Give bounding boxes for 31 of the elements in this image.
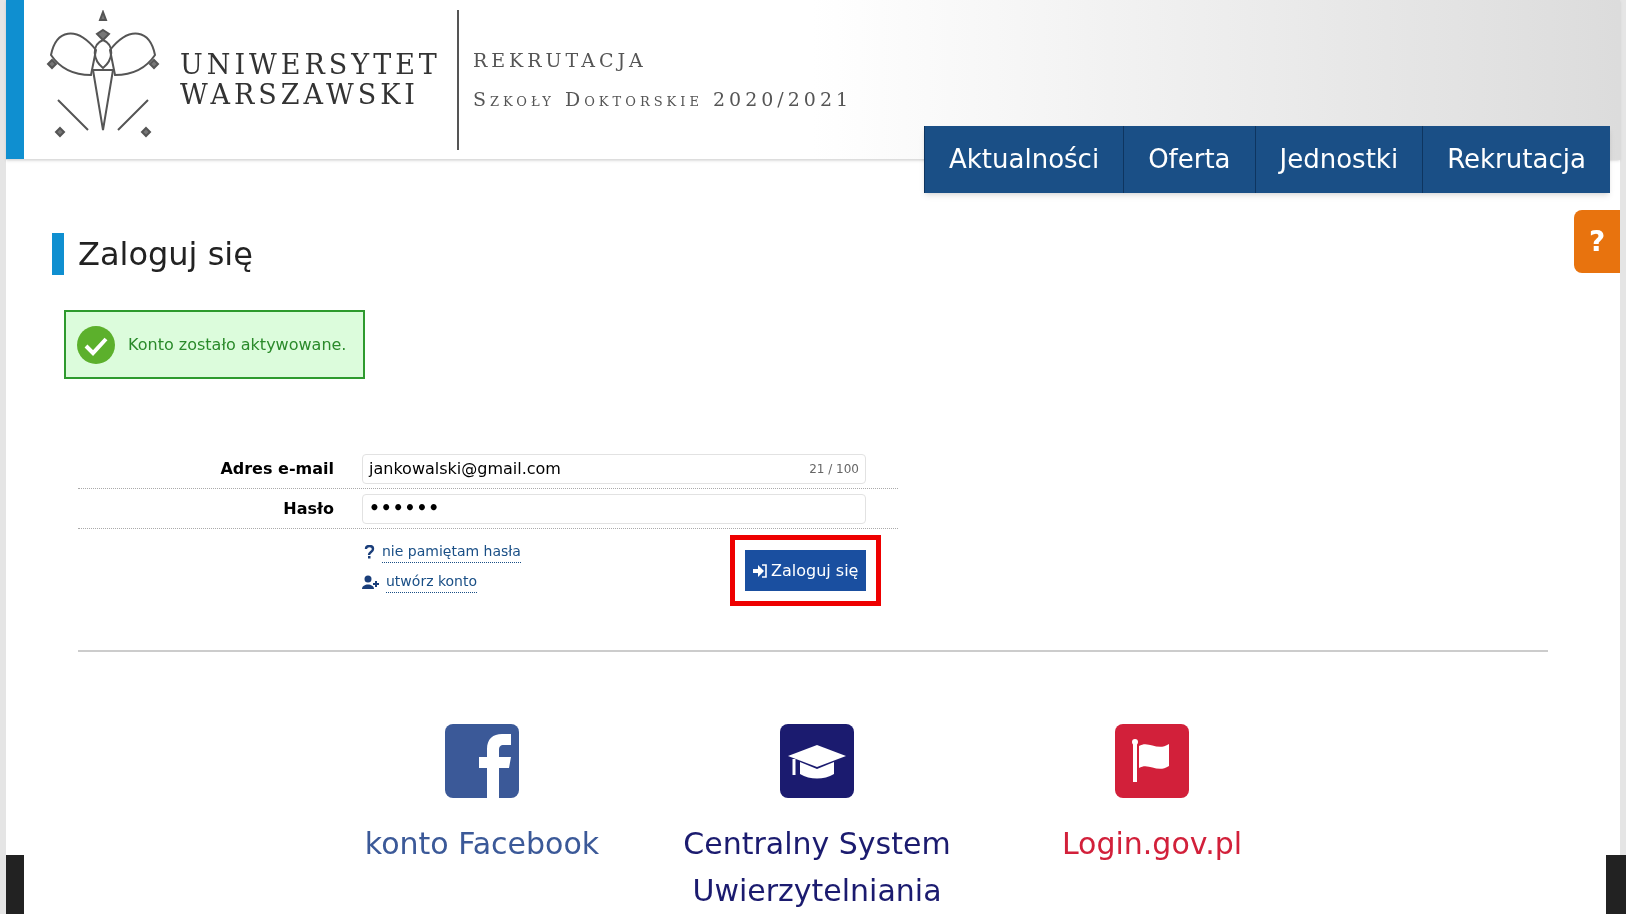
facebook-f-icon[interactable] <box>445 724 519 798</box>
header-subtitle: Szkoły Doktorskie 2020/2021 <box>472 86 853 112</box>
text-link[interactable]: utwórz konto <box>386 571 478 593</box>
email-field[interactable]: jankowalski@gmail.com 21 / 100 <box>362 453 866 484</box>
login-option-link[interactable]: Centralny System Uwierzytelniania <box>667 820 967 914</box>
nav-link[interactable]: Rekrutacja <box>1422 126 1610 193</box>
sign-in-icon <box>753 563 767 578</box>
side-bar <box>1606 855 1626 914</box>
alert-message: Konto zostało aktywowane. <box>128 333 347 356</box>
password-field[interactable]: •••••• <box>362 493 866 524</box>
check-icon <box>76 324 116 365</box>
university-name: UNIWERSYTET <box>180 49 441 80</box>
question-mark-icon <box>362 545 376 559</box>
login-option-link[interactable]: Login.gov.pl <box>1002 820 1302 867</box>
graduation-cap-icon[interactable] <box>780 724 854 798</box>
field-label: Hasło <box>282 497 335 520</box>
side-bar <box>6 855 24 914</box>
page-title: Zaloguj się <box>78 234 253 275</box>
add-user-icon <box>362 575 380 589</box>
text-link[interactable]: nie pamiętam hasła <box>382 541 521 563</box>
nav-link[interactable]: Jednostki <box>1254 126 1423 193</box>
login-button[interactable]: Zaloguj się <box>745 550 867 591</box>
login-option-link[interactable]: konto Facebook <box>332 820 632 867</box>
nav-link[interactable]: Oferta <box>1123 126 1255 193</box>
accent-bar <box>52 233 64 275</box>
header-title: REKRUTACJA <box>472 48 648 73</box>
flag-icon[interactable] <box>1115 724 1189 798</box>
field-label: Adres e-mail <box>219 457 335 480</box>
character-counter: 21 / 100 <box>809 460 859 478</box>
nav-link[interactable]: Aktualności <box>924 126 1124 193</box>
university-name: WARSZAWSKI <box>180 79 420 110</box>
